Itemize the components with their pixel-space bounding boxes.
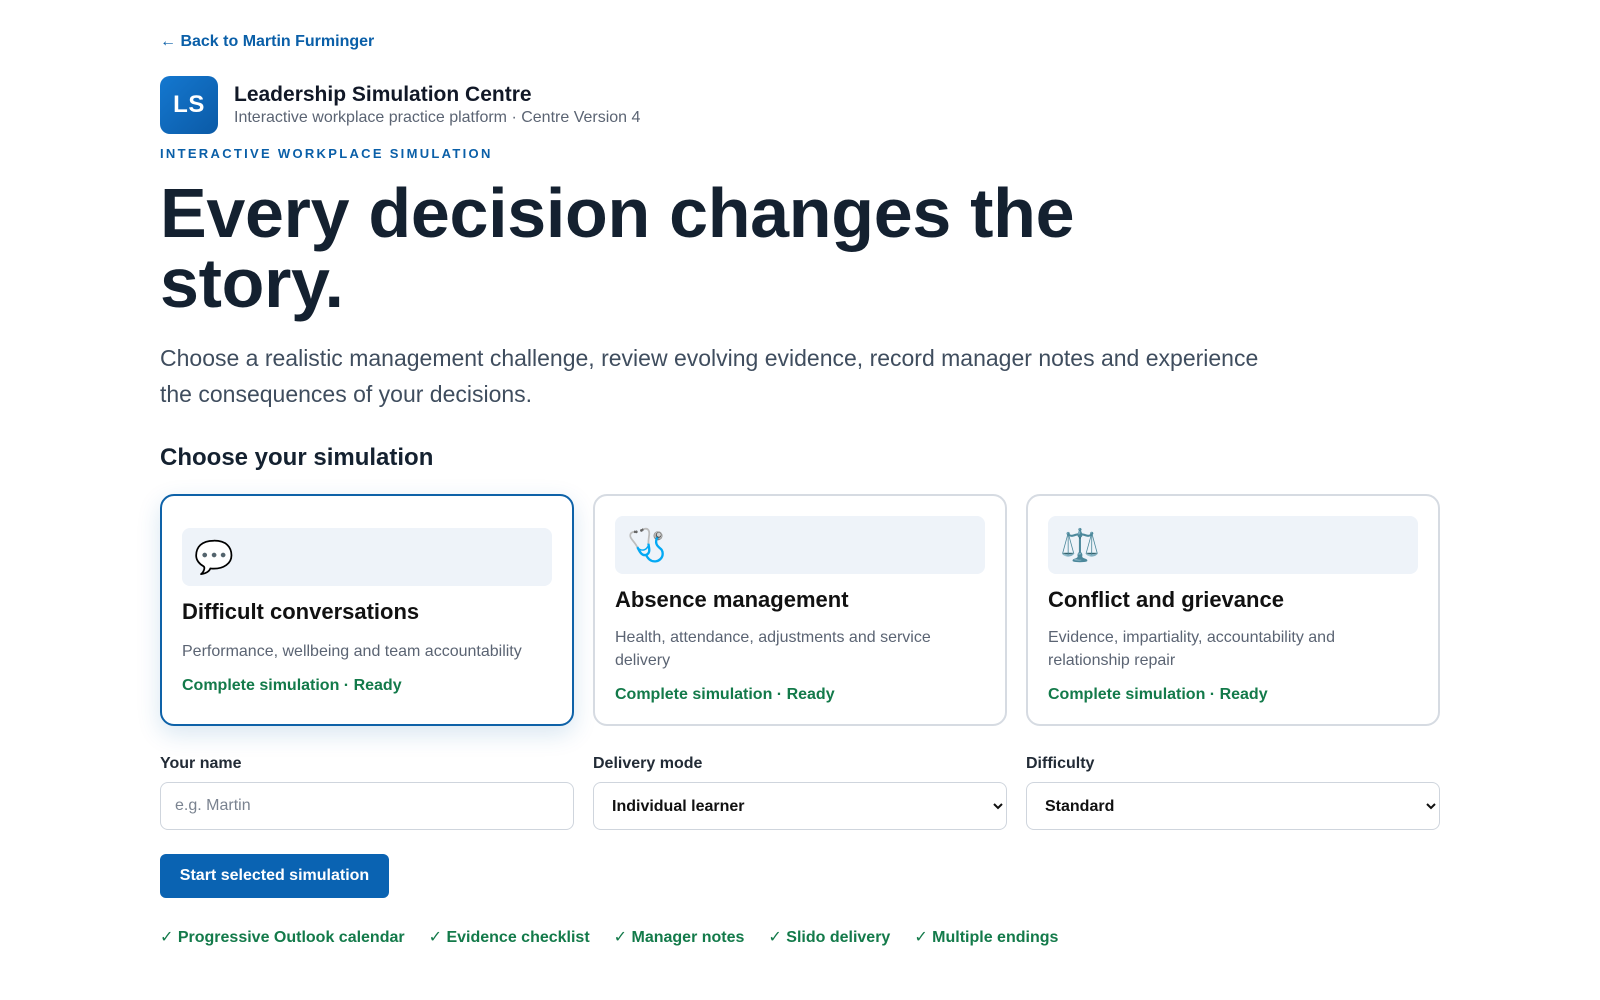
brand-name: Leadership Simulation Centre xyxy=(234,82,532,106)
hero-title: Every decision changes the story. xyxy=(160,174,1075,322)
brand-header: LS Leadership Simulation Centre Interact… xyxy=(160,76,640,134)
simulation-card-difficult-conversations[interactable]: 💬 Difficult conversations Performance, w… xyxy=(160,494,574,726)
brand-text: Leadership Simulation Centre Interactive… xyxy=(234,83,640,128)
hero-description: Choose a realistic management challenge,… xyxy=(160,345,1259,407)
card-icon-box: 🩺 xyxy=(615,516,985,574)
card-status: Complete simulation · Ready xyxy=(615,686,835,703)
card-description: Health, attendance, adjustments and serv… xyxy=(615,629,931,669)
card-icon-box: ⚖️ xyxy=(1048,516,1418,574)
difficulty-select[interactable]: Standard xyxy=(1026,782,1440,830)
section-title: Choose your simulation xyxy=(160,444,434,471)
card-description: Performance, wellbeing and team accounta… xyxy=(182,643,522,660)
simulation-card-absence-management[interactable]: 🩺 Absence management Health, attendance,… xyxy=(593,494,1007,726)
name-input[interactable] xyxy=(160,782,574,830)
difficulty-label: Difficulty xyxy=(1026,755,1095,772)
hero-eyebrow: INTERACTIVE WORKPLACE SIMULATION xyxy=(160,146,493,161)
card-title: Conflict and grievance xyxy=(1048,587,1284,612)
card-status: Complete simulation · Ready xyxy=(182,677,402,694)
delivery-mode-label: Delivery mode xyxy=(593,755,703,772)
card-status: Complete simulation · Ready xyxy=(1048,686,1268,703)
card-icon-box: 💬 xyxy=(182,528,552,586)
back-link[interactable]: ← Back to Martin Furminger xyxy=(160,33,374,51)
delivery-mode-select[interactable]: Individual learner xyxy=(593,782,1007,830)
brand-subtitle: Interactive workplace practice platform … xyxy=(234,108,641,126)
card-title: Absence management xyxy=(615,587,849,612)
name-label: Your name xyxy=(160,755,242,772)
stethoscope-icon: 🩺 xyxy=(627,527,667,563)
start-simulation-button[interactable]: Start selected simulation xyxy=(160,854,389,898)
simulation-card-conflict-grievance[interactable]: ⚖️ Conflict and grievance Evidence, impa… xyxy=(1026,494,1440,726)
feature-item-slido: ✓ Slido delivery xyxy=(768,929,891,946)
card-description: Evidence, impartiality, accountability a… xyxy=(1048,629,1335,669)
brand-logo: LS xyxy=(160,76,218,134)
feature-item-calendar: ✓ Progressive Outlook calendar xyxy=(160,929,405,946)
feature-list: ✓ Progressive Outlook calendar ✓ Evidenc… xyxy=(160,927,1058,947)
feature-item-notes: ✓ Manager notes xyxy=(613,929,745,946)
feature-item-endings: ✓ Multiple endings xyxy=(914,929,1059,946)
feature-item-evidence: ✓ Evidence checklist xyxy=(428,929,590,946)
scales-icon: ⚖️ xyxy=(1060,527,1100,563)
speech-bubble-icon: 💬 xyxy=(194,539,234,575)
card-title: Difficult conversations xyxy=(182,599,420,624)
